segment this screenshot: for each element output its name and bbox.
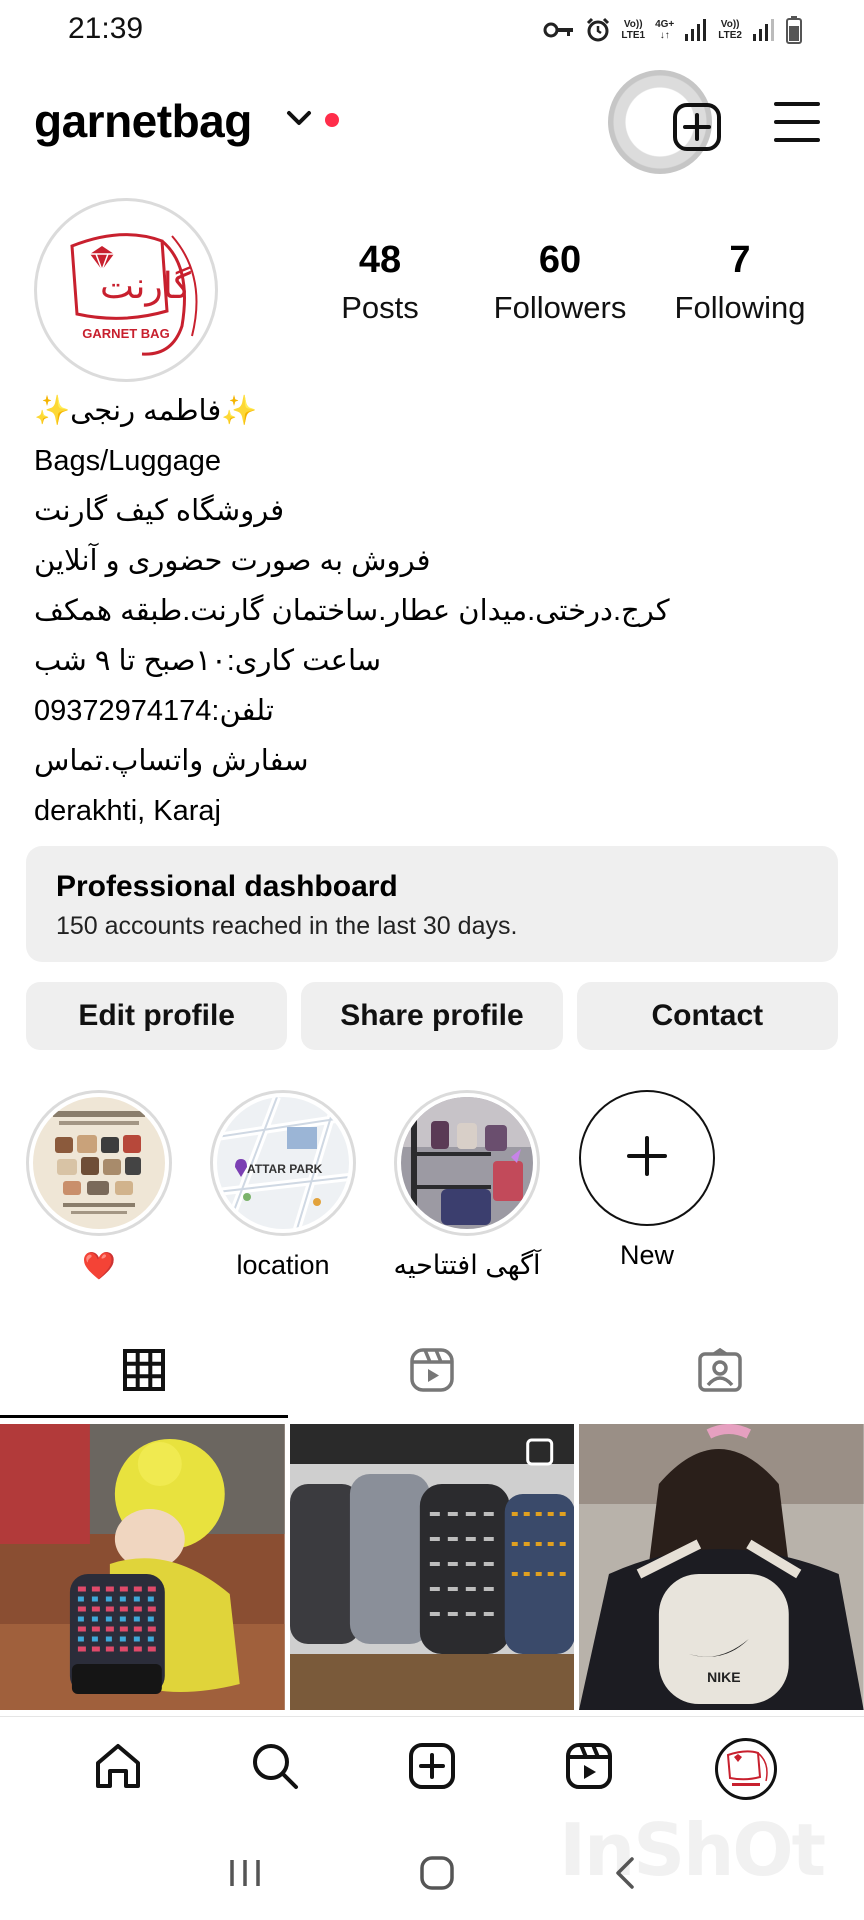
- profile-actions: Edit profile Share profile Contact: [26, 982, 838, 1050]
- post-thumbnail[interactable]: [289, 1424, 575, 1710]
- bio-line: فروش به صورت حضوری و آنلاین: [34, 545, 431, 577]
- tagged-person-icon: [697, 1347, 743, 1398]
- nav-reels[interactable]: [549, 1729, 629, 1809]
- 4g-plus-icon: 4G+ ↓↑: [655, 19, 675, 41]
- story-highlights: ❤️ ATTAR PARK location آگهی افتتاحیه New: [20, 1090, 860, 1290]
- reels-icon: [409, 1347, 455, 1398]
- post-thumbnail[interactable]: NIKE: [579, 1424, 864, 1710]
- professional-dashboard[interactable]: Professional dashboard 150 accounts reac…: [26, 846, 838, 962]
- reels-icon: [564, 1741, 614, 1796]
- following-count: 7: [729, 239, 751, 281]
- profile-location[interactable]: derakhti, Karaj: [34, 786, 834, 836]
- grid-icon: [122, 1348, 166, 1397]
- share-profile-button[interactable]: Share profile: [301, 982, 563, 1050]
- contact-button[interactable]: Contact: [576, 982, 838, 1050]
- key-icon: [543, 20, 575, 40]
- followers-count: 60: [538, 239, 582, 281]
- home-button[interactable]: [419, 1855, 455, 1896]
- new-highlight-button[interactable]: [579, 1090, 715, 1226]
- profile-category: Bags/Luggage: [34, 445, 222, 477]
- bio-line: کرج.درختی.میدان عطار.ساختمان گارنت.طبقه …: [34, 595, 670, 627]
- highlight-item[interactable]: آگهی افتتاحیه: [392, 1090, 542, 1281]
- svg-text:GARNET BAG: GARNET BAG: [82, 326, 169, 341]
- bio-phone: تلفن:09372974174: [34, 695, 274, 727]
- search-icon: [250, 1741, 300, 1796]
- bio-line: فروشگاه کیف گارنت: [34, 495, 285, 527]
- profile-avatar[interactable]: گارنت GARNET BAG: [34, 198, 218, 382]
- dashboard-title: Professional dashboard: [56, 870, 398, 903]
- profile-avatar-small: [714, 1737, 777, 1800]
- signal-2-icon: [752, 18, 776, 42]
- stat-followers[interactable]: 60 Followers: [470, 238, 650, 328]
- svg-text:گارنت: گارنت: [100, 265, 192, 307]
- tab-reels[interactable]: [288, 1326, 576, 1418]
- home-icon: [93, 1741, 143, 1796]
- posts-label: Posts: [341, 289, 419, 325]
- store-photo-image: [401, 1097, 533, 1229]
- highlight-cover: ATTAR PARK: [210, 1090, 356, 1236]
- plus-icon: [625, 1134, 669, 1183]
- posts-count: 48: [358, 239, 402, 281]
- highlight-cover: [26, 1090, 172, 1236]
- status-time: 21:39: [68, 12, 144, 45]
- tab-tagged[interactable]: [576, 1326, 864, 1418]
- highlight-label: location: [236, 1250, 330, 1280]
- volte-lte1-icon: Vo)) LTE1: [621, 19, 646, 41]
- nav-profile[interactable]: [706, 1729, 786, 1809]
- menu-button[interactable]: [774, 100, 820, 149]
- svg-text:ATTAR PARK: ATTAR PARK: [247, 1162, 323, 1176]
- dashboard-subtitle: 150 accounts reached in the last 30 days…: [56, 912, 518, 940]
- highlight-item[interactable]: ATTAR PARK location: [208, 1090, 358, 1281]
- stat-posts[interactable]: 48 Posts: [290, 238, 470, 328]
- add-post-icon: [407, 1741, 457, 1796]
- bags-collage-image: [33, 1097, 165, 1229]
- nav-create[interactable]: [392, 1729, 472, 1809]
- post-thumbnail[interactable]: [0, 1424, 285, 1710]
- bio-line: سفارش واتساپ.تماس: [34, 745, 309, 777]
- nav-home[interactable]: [78, 1729, 158, 1809]
- followers-label: Followers: [493, 289, 627, 325]
- profile-tabs: [0, 1326, 864, 1418]
- stat-following[interactable]: 7 Following: [650, 238, 830, 328]
- garnet-bag-logo: گارنت GARNET BAG: [42, 206, 210, 374]
- highlight-cover: [394, 1090, 540, 1236]
- highlight-label: آگهی افتتاحیه: [393, 1250, 541, 1280]
- tab-posts-grid[interactable]: [0, 1326, 288, 1418]
- posts-grid: NIKE: [0, 1424, 864, 1710]
- system-navigation: [0, 1830, 864, 1920]
- status-bar: 21:39 Vo)) LTE1 4G+ ↓↑ Vo)) LTE2: [0, 0, 864, 60]
- highlight-label: New: [619, 1240, 674, 1270]
- chevron-down-icon[interactable]: [286, 110, 312, 133]
- doll-with-backpack-image: [0, 1424, 285, 1710]
- profile-bio: ✨فاطمه رنجی✨ Bags/Luggage فروشگاه کیف گا…: [34, 386, 834, 836]
- create-button[interactable]: [670, 100, 724, 159]
- recents-button[interactable]: [228, 1858, 262, 1893]
- bottom-navigation: [0, 1716, 864, 1820]
- following-label: Following: [674, 289, 806, 325]
- bio-line: ساعت کاری:۱۰صبح تا ۹ شب: [34, 645, 382, 677]
- battery-icon: [786, 16, 802, 44]
- volte-lte2-icon: Vo)) LTE2: [718, 19, 742, 41]
- status-icons: Vo)) LTE1 4G+ ↓↑ Vo)) LTE2: [543, 16, 802, 44]
- back-button[interactable]: [612, 1856, 636, 1895]
- signal-icon: [684, 18, 708, 42]
- edit-profile-button[interactable]: Edit profile: [26, 982, 288, 1050]
- profile-stats: 48 Posts 60 Followers 7 Following: [290, 238, 830, 328]
- profile-header: garnetbag: [0, 70, 864, 174]
- highlight-item[interactable]: ❤️: [24, 1090, 174, 1282]
- highlight-label: ❤️: [82, 1251, 116, 1281]
- alarm-icon: [585, 17, 611, 43]
- nav-search[interactable]: [235, 1729, 315, 1809]
- girl-with-nike-backpack-image: NIKE: [579, 1424, 864, 1710]
- map-image: ATTAR PARK: [217, 1097, 349, 1229]
- profile-name: ✨فاطمه رنجی✨: [34, 395, 258, 427]
- svg-text:NIKE: NIKE: [707, 1669, 740, 1685]
- notification-dot: [325, 113, 339, 127]
- username[interactable]: garnetbag: [34, 94, 252, 148]
- backpacks-display-image: [289, 1424, 575, 1710]
- highlight-new[interactable]: New: [572, 1090, 722, 1271]
